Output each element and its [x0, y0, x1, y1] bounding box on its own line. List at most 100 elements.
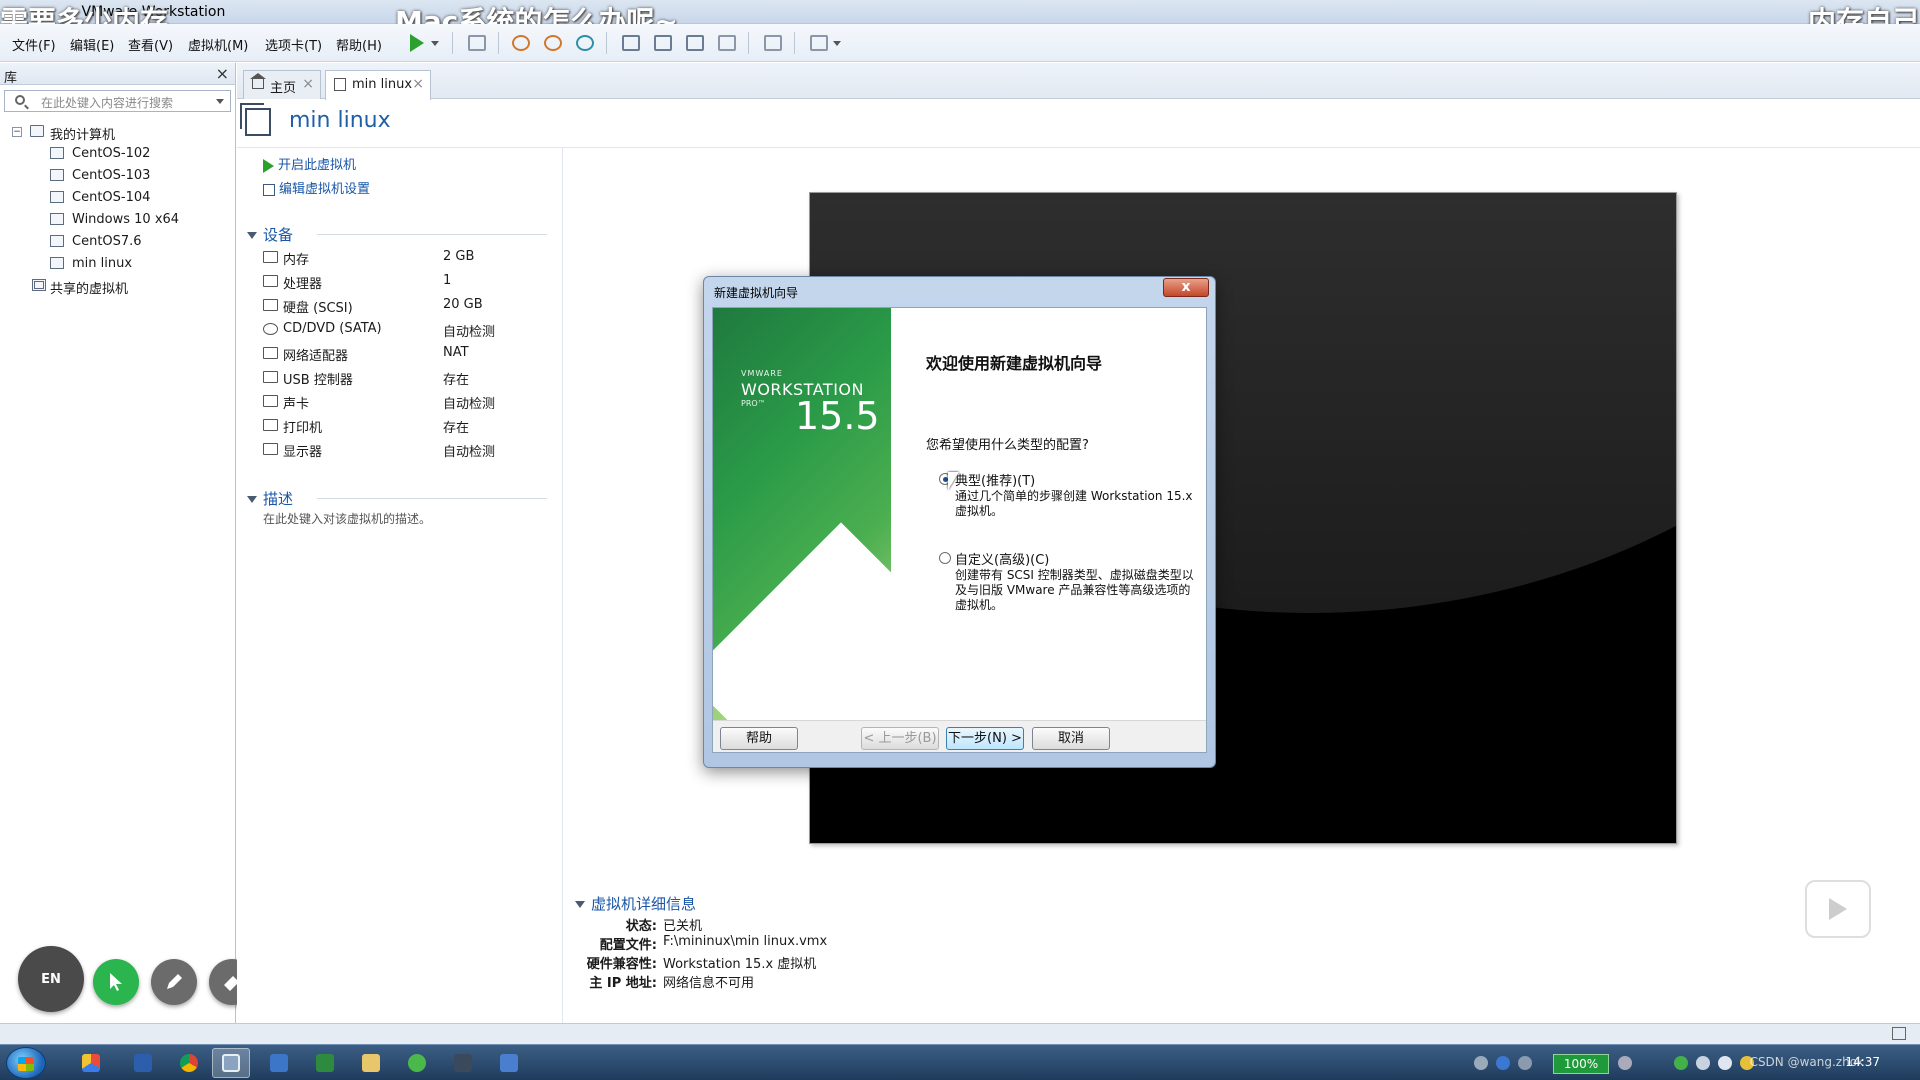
menu-edit[interactable]: 编辑(E) [70, 35, 114, 54]
play-icon [263, 158, 274, 173]
shield-icon[interactable] [1696, 1056, 1710, 1070]
devices-section-toggle[interactable]: 设备 [247, 224, 293, 245]
taskbar-explorer[interactable] [352, 1048, 390, 1078]
snapshot-button[interactable] [508, 30, 534, 56]
taskbar-clock[interactable]: 14:37 [1845, 1055, 1880, 1069]
snapshot-manager-button[interactable] [572, 30, 598, 56]
close-icon[interactable]: × [302, 76, 314, 92]
menu-tabs[interactable]: 选项卡(T) [265, 35, 322, 54]
library-view-button[interactable] [618, 30, 644, 56]
tree-item-my-computer[interactable]: − 我的计算机 [0, 121, 236, 143]
help-icon[interactable] [1496, 1056, 1510, 1070]
stretch-dropdown[interactable] [830, 30, 844, 56]
taskbar-app[interactable] [72, 1048, 110, 1078]
keyboard-icon[interactable] [1474, 1056, 1488, 1070]
tree-item-vm[interactable]: CentOS-104 [0, 187, 236, 209]
library-search-input[interactable]: 在此处键入内容进行搜索 [4, 90, 231, 112]
sound-icon [263, 395, 278, 407]
description-section-toggle[interactable]: 描述 [247, 488, 293, 509]
back-button[interactable]: < 上一步(B) [861, 727, 939, 750]
device-row-display[interactable]: 显示器 自动检测 [263, 440, 553, 460]
start-button[interactable] [6, 1047, 46, 1079]
menu-vm[interactable]: 虚拟机(M) [188, 35, 248, 54]
taskbar-vmware[interactable] [212, 1048, 250, 1078]
menu-file[interactable]: 文件(F) [12, 35, 56, 54]
tray-icon[interactable] [1518, 1056, 1532, 1070]
device-row-memory[interactable]: 内存 2 GB [263, 248, 553, 268]
vm-icon [50, 235, 64, 247]
video-play-watermark [1805, 880, 1871, 938]
edit-vm-settings-link[interactable]: 编辑虚拟机设置 [263, 178, 370, 197]
battery-indicator[interactable]: 100% [1553, 1054, 1609, 1074]
stretch-icon [810, 35, 828, 51]
typical-option-label[interactable]: 典型(推荐)(T) [955, 470, 1035, 489]
help-button[interactable]: 帮助 [720, 727, 798, 750]
notification-icon[interactable] [1892, 1027, 1906, 1040]
device-row-cpu[interactable]: 处理器 1 [263, 272, 553, 292]
tree-item-vm[interactable]: min linux [0, 253, 236, 275]
play-icon [410, 34, 424, 52]
description-field[interactable]: 在此处键入对该虚拟机的描述。 [263, 510, 431, 527]
taskbar-app[interactable] [124, 1048, 162, 1078]
device-row-disk[interactable]: 硬盘 (SCSI) 20 GB [263, 296, 553, 316]
pointer-tool-button[interactable] [93, 959, 139, 1005]
detail-value: F:\mininux\min linux.vmx [663, 934, 828, 949]
taskbar-app[interactable] [444, 1048, 482, 1078]
device-row-usb[interactable]: USB 控制器 存在 [263, 368, 553, 388]
tree-item-vm[interactable]: Windows 10 x64 [0, 209, 236, 231]
tree-item-shared-vms[interactable]: 共享的虚拟机 [0, 275, 236, 297]
device-row-sound[interactable]: 声卡 自动检测 [263, 392, 553, 412]
stretch-button[interactable] [806, 30, 832, 56]
custom-option-label[interactable]: 自定义(高级)(C) [955, 549, 1049, 568]
power-on-button[interactable] [404, 30, 430, 56]
menu-toolbar: 文件(F) 编辑(E) 查看(V) 虚拟机(M) 选项卡(T) 帮助(H) [0, 24, 1920, 62]
close-icon[interactable]: × [216, 64, 229, 83]
device-row-printer[interactable]: 打印机 存在 [263, 416, 553, 436]
thumbnail-bar-button[interactable] [650, 30, 676, 56]
tree-item-vm[interactable]: CentOS-103 [0, 165, 236, 187]
custom-radio[interactable] [939, 552, 951, 564]
vm-details-toggle[interactable]: 虚拟机详细信息 [575, 893, 696, 914]
console-button[interactable] [760, 30, 786, 56]
full-screen-button[interactable] [682, 30, 708, 56]
power-on-vm-link[interactable]: 开启此虚拟机 [263, 154, 356, 173]
tree-item-vm[interactable]: CentOS7.6 [0, 231, 236, 253]
library-title: 库 [4, 71, 18, 86]
tray-icon[interactable] [1718, 1056, 1732, 1070]
language-button[interactable]: EN [18, 946, 84, 1012]
tab-home[interactable]: 主页 × [243, 70, 321, 99]
device-row-network[interactable]: 网络适配器 NAT [263, 344, 553, 364]
tree-item-vm[interactable]: CentOS-102 [0, 143, 236, 165]
snapshot-manager-icon [576, 35, 594, 51]
cancel-button[interactable]: 取消 [1032, 727, 1110, 750]
unity-button[interactable] [714, 30, 740, 56]
power-dropdown[interactable] [428, 30, 442, 56]
device-name: 处理器 [283, 277, 323, 292]
detail-row: 主 IP 地址: 网络信息不可用 [575, 972, 1135, 991]
menu-help[interactable]: 帮助(H) [336, 35, 382, 54]
collapse-icon[interactable]: − [12, 127, 22, 137]
dialog-close-button[interactable]: x [1163, 278, 1209, 297]
taskbar-app[interactable] [306, 1048, 344, 1078]
new-vm-wizard-dialog: 新建虚拟机向导 x VMWARE WORKSTATION PRO™ 15.5 欢… [703, 276, 1216, 768]
taskbar-app[interactable] [260, 1048, 298, 1078]
close-icon[interactable]: × [412, 76, 424, 92]
next-button[interactable]: 下一步(N) > [946, 727, 1024, 750]
tab-min-linux[interactable]: min linux × [325, 70, 431, 100]
taskbar-app[interactable] [398, 1048, 436, 1078]
tree-label: CentOS-104 [72, 190, 151, 205]
toolbar-separator [452, 32, 453, 54]
tree-label: min linux [72, 256, 133, 271]
send-keys-button[interactable] [464, 30, 490, 56]
menu-view[interactable]: 查看(V) [128, 35, 173, 54]
device-row-cdrom[interactable]: CD/DVD (SATA) 自动检测 [263, 320, 553, 340]
taskbar-chrome[interactable] [170, 1048, 208, 1078]
tray-icon[interactable] [1674, 1056, 1688, 1070]
revert-snapshot-button[interactable] [540, 30, 566, 56]
tray-icon[interactable] [1618, 1056, 1632, 1070]
chevron-down-icon[interactable] [216, 99, 224, 104]
pen-tool-button[interactable] [151, 959, 197, 1005]
mouse-cursor-icon [948, 472, 959, 490]
taskbar-app[interactable] [490, 1048, 528, 1078]
library-tree: − 我的计算机 CentOS-102 CentOS-103 CentOS-104… [0, 121, 236, 297]
